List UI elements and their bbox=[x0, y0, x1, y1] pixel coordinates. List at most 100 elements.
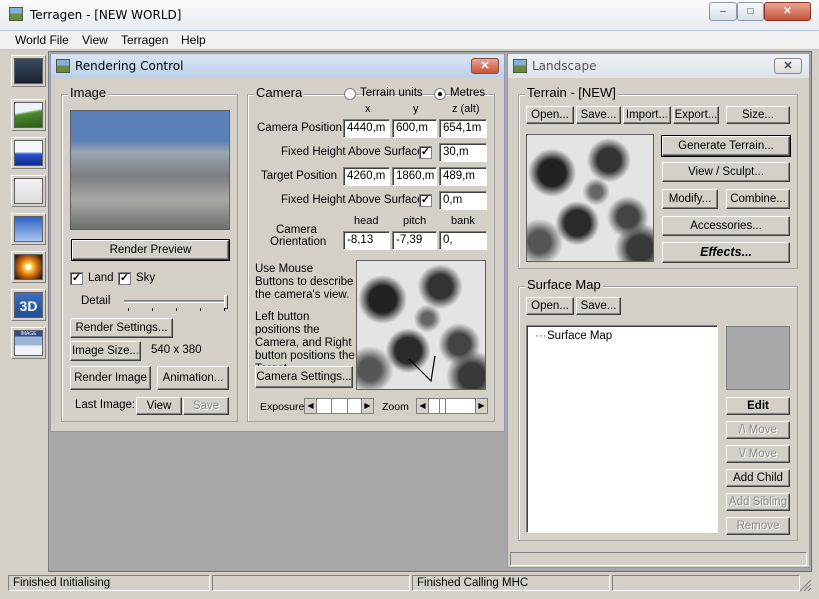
water-tool-button[interactable] bbox=[11, 137, 46, 169]
status-pane-1: Finished Initialising bbox=[8, 575, 210, 591]
detail-slider-track[interactable] bbox=[124, 300, 228, 303]
head-field[interactable]: -8,13 bbox=[343, 231, 390, 250]
exposure-divider bbox=[347, 399, 348, 413]
add-sibling-button[interactable]: Add Sibling bbox=[726, 493, 790, 511]
move-up-button[interactable]: /\ Move bbox=[726, 421, 790, 439]
zoom-left-arrow-icon[interactable]: ◀ bbox=[417, 399, 429, 413]
metres-radio[interactable] bbox=[434, 88, 446, 100]
camera-fixed-height-field[interactable]: 30,m bbox=[439, 143, 487, 162]
terrain-heightfield-preview bbox=[526, 134, 654, 262]
modify-button[interactable]: Modify... bbox=[662, 189, 718, 209]
animation-button[interactable]: Animation... bbox=[157, 366, 229, 390]
3d-preview-tool-button[interactable]: 3D bbox=[11, 289, 46, 321]
view-sculpt-button[interactable]: View / Sculpt... bbox=[662, 162, 790, 182]
view-last-image-button[interactable]: View bbox=[136, 397, 182, 415]
terrain-units-radio[interactable] bbox=[344, 88, 356, 100]
terrain-save-button[interactable]: Save... bbox=[576, 106, 621, 124]
landscape-tool-button[interactable] bbox=[11, 99, 46, 131]
surface-map-tree[interactable]: ··· Surface Map bbox=[526, 325, 718, 533]
camera-orientation-label-line2: Orientation bbox=[270, 236, 327, 248]
image-size-button[interactable]: Image Size... bbox=[70, 341, 141, 361]
surface-map-group-label: Surface Map bbox=[525, 277, 603, 292]
combine-button[interactable]: Combine... bbox=[726, 189, 790, 209]
menu-view[interactable]: View bbox=[82, 33, 108, 47]
render-settings-button[interactable]: Render Settings... bbox=[70, 318, 173, 338]
terrain-import-button[interactable]: Import... bbox=[623, 106, 671, 124]
render-control-tool-button[interactable] bbox=[11, 55, 46, 87]
window-title: Terragen - [NEW WORLD] bbox=[30, 8, 182, 22]
rendering-control-window-icon bbox=[56, 59, 70, 73]
camera-x-field[interactable]: 4440,m bbox=[343, 119, 390, 138]
terrain-group: Terrain - [NEW] Open... Save... Import..… bbox=[518, 85, 798, 269]
land-checkbox[interactable]: ✓ bbox=[70, 272, 83, 285]
tree-connector: ··· bbox=[535, 330, 547, 342]
terrain-open-button[interactable]: Open... bbox=[526, 106, 574, 124]
effects-button[interactable]: Effects... bbox=[662, 242, 790, 263]
target-fixed-height-field[interactable]: 0,m bbox=[439, 191, 487, 210]
exposure-left-arrow-icon[interactable]: ◀ bbox=[305, 399, 317, 413]
render-control-icon bbox=[14, 58, 43, 84]
3d-preview-icon: 3D bbox=[14, 292, 43, 318]
surface-map-tree-item[interactable]: Surface Map bbox=[547, 330, 612, 342]
accessories-button[interactable]: Accessories... bbox=[662, 216, 790, 236]
zoom-scroller[interactable]: ◀ ▶ bbox=[416, 398, 488, 414]
camera-fixed-height-checkbox[interactable]: ✓ bbox=[419, 146, 432, 159]
zoom-right-arrow-icon[interactable]: ▶ bbox=[475, 399, 487, 413]
camera-y-field[interactable]: 600,m bbox=[392, 119, 437, 138]
generate-terrain-button[interactable]: Generate Terrain... bbox=[661, 135, 791, 157]
pitch-field[interactable]: -7,39 bbox=[392, 231, 437, 250]
landscape-window: Landscape ✕ Terrain - [NEW] Open... Save… bbox=[507, 53, 810, 568]
sky-label: Sky bbox=[136, 272, 156, 284]
exposure-right-arrow-icon[interactable]: ▶ bbox=[361, 399, 373, 413]
clouds-tool-button[interactable] bbox=[11, 175, 46, 207]
sun-icon bbox=[14, 254, 43, 280]
menu-help[interactable]: Help bbox=[181, 33, 206, 47]
surface-edit-button[interactable]: Edit bbox=[726, 397, 790, 415]
terrain-size-button[interactable]: Size... bbox=[726, 106, 790, 124]
bank-field[interactable]: 0, bbox=[439, 231, 487, 250]
move-down-button[interactable]: \/ Move bbox=[726, 445, 790, 463]
metres-label: Metres bbox=[450, 87, 486, 99]
image-window-tool-button[interactable]: IMAGE bbox=[11, 327, 46, 359]
exposure-scroller[interactable]: ◀ ▶ bbox=[304, 398, 374, 414]
detail-tick bbox=[224, 308, 225, 311]
render-preview-button[interactable]: Render Preview bbox=[71, 239, 230, 261]
target-y-field[interactable]: 1860,m bbox=[392, 167, 437, 186]
render-image-button[interactable]: Render Image bbox=[70, 366, 151, 390]
save-last-image-button[interactable]: Save bbox=[183, 397, 229, 415]
menu-bar: World File View Terragen Help bbox=[0, 31, 819, 50]
close-button[interactable]: ✕ bbox=[764, 2, 811, 21]
maximize-button[interactable]: □ bbox=[737, 2, 764, 21]
terrain-export-button[interactable]: Export... bbox=[673, 106, 719, 124]
add-child-button[interactable]: Add Child bbox=[726, 469, 790, 487]
camera-map-preview[interactable] bbox=[356, 260, 486, 390]
detail-slider-thumb[interactable] bbox=[224, 295, 228, 309]
target-x-field[interactable]: 4260,m bbox=[343, 167, 390, 186]
rendering-control-titlebar[interactable]: Rendering Control ✕ bbox=[51, 54, 504, 78]
target-position-label: Target Position bbox=[261, 170, 338, 182]
bank-column-label: bank bbox=[451, 215, 475, 227]
landscape-close-button[interactable]: ✕ bbox=[774, 58, 802, 74]
landscape-status-strip bbox=[510, 552, 807, 566]
pitch-column-label: pitch bbox=[403, 215, 427, 227]
image-size-value: 540 x 380 bbox=[151, 344, 202, 356]
rendering-control-close-button[interactable]: ✕ bbox=[471, 58, 499, 74]
surface-map-save-button[interactable]: Save... bbox=[576, 297, 621, 315]
remove-button[interactable]: Remove bbox=[726, 517, 790, 535]
camera-z-field[interactable]: 654,1m bbox=[439, 119, 487, 138]
menu-world-file[interactable]: World File bbox=[15, 33, 69, 47]
target-z-field[interactable]: 489,m bbox=[439, 167, 487, 186]
resize-grip-icon[interactable] bbox=[798, 578, 812, 592]
landscape-titlebar[interactable]: Landscape ✕ bbox=[508, 54, 809, 78]
sun-tool-button[interactable] bbox=[11, 251, 46, 283]
target-fixed-height-checkbox[interactable]: ✓ bbox=[419, 194, 432, 207]
sky-tool-button[interactable] bbox=[11, 213, 46, 245]
menu-terragen[interactable]: Terragen bbox=[121, 33, 168, 47]
terrain-group-label: Terrain - [NEW] bbox=[525, 85, 618, 100]
camera-settings-button[interactable]: Camera Settings... bbox=[255, 366, 353, 388]
exposure-divider bbox=[331, 399, 332, 413]
status-pane-2 bbox=[212, 575, 410, 591]
surface-map-open-button[interactable]: Open... bbox=[526, 297, 574, 315]
minimize-button[interactable]: – bbox=[709, 2, 737, 21]
sky-checkbox[interactable]: ✓ bbox=[118, 272, 131, 285]
